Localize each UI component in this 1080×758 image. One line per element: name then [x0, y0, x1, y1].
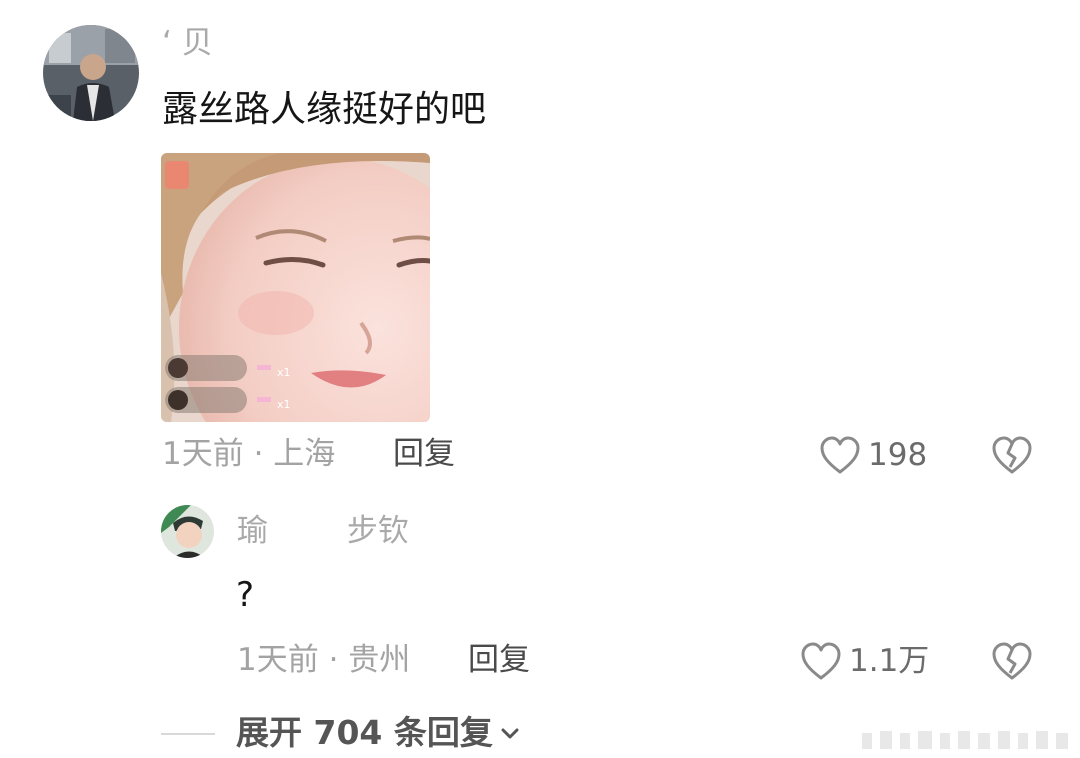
- like-button[interactable]: 1.1万: [799, 640, 929, 682]
- comment-time-location: 1天前 · 上海: [162, 436, 336, 472]
- chevron-down-icon: [501, 728, 519, 738]
- reply-comment-text: ?: [236, 575, 255, 615]
- like-count: 198: [868, 436, 928, 473]
- commenter-avatar[interactable]: [43, 25, 139, 121]
- reply-commenter-username[interactable]: 瑜 步钦: [237, 516, 409, 547]
- dislike-button[interactable]: [990, 640, 1034, 682]
- expand-replies-label: 展开 704 条回复: [236, 713, 493, 752]
- svg-text:x1: x1: [277, 366, 291, 379]
- broken-heart-icon: [990, 434, 1034, 476]
- reply-button[interactable]: 回复: [393, 439, 455, 470]
- watermark: [862, 731, 1068, 749]
- dislike-button[interactable]: [990, 434, 1034, 476]
- like-count: 1.1万: [849, 642, 930, 679]
- heart-outline-icon: [818, 434, 862, 476]
- comment-attached-image[interactable]: x1 x1: [161, 153, 430, 422]
- broken-heart-icon: [990, 640, 1034, 682]
- expand-divider: [161, 733, 215, 735]
- expand-replies-button[interactable]: 展开 704 条回复: [236, 716, 521, 749]
- heart-outline-icon: [799, 640, 843, 682]
- svg-text:x1: x1: [277, 398, 291, 411]
- commenter-username[interactable]: ‘ 贝: [162, 28, 213, 59]
- reply-commenter-avatar[interactable]: [161, 505, 214, 558]
- like-button[interactable]: 198: [818, 434, 927, 476]
- comment-text: 露丝路人缘挺好的吧: [162, 89, 487, 130]
- reply-time-location: 1天前 · 贵州: [237, 642, 411, 678]
- reply-button[interactable]: 回复: [468, 645, 530, 676]
